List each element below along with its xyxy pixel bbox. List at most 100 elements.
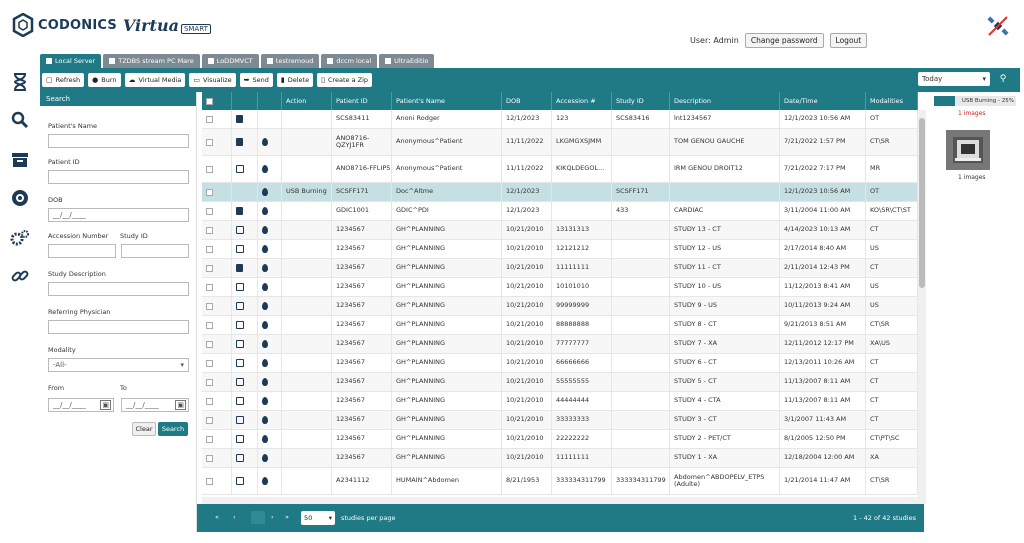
column-header[interactable]: Patient's Name [392,92,502,110]
edit-icon[interactable] [236,435,244,443]
row-icon-cell[interactable] [232,373,258,391]
droplet-icon[interactable] [262,378,268,386]
satellite-icon[interactable] [986,14,1010,38]
droplet-icon[interactable] [262,435,268,443]
row-icon-cell[interactable] [232,259,258,277]
row-checkbox-cell[interactable] [202,430,232,448]
column-header[interactable]: DOB [502,92,552,110]
link-icon[interactable] [10,266,30,286]
last-page-icon[interactable]: » [285,513,289,521]
row-icon-cell[interactable] [232,411,258,429]
patient-id-input[interactable] [48,170,189,184]
table-row[interactable]: A2341112 HUMAIN^Abdomen 8/21/1953 333334311… [202,468,918,495]
study-id-input[interactable] [121,244,189,258]
row-checkbox[interactable] [206,188,213,196]
column-header[interactable]: Description [670,92,780,110]
row-checkbox-cell[interactable] [202,156,232,182]
table-row[interactable]: 1234567 GH^PLANNING 10/21/2010 66666666 STUD… [202,354,918,373]
table-row[interactable]: 1234567 GH^PLANNING 10/21/2010 88888888 STUD… [202,316,918,335]
edit-icon[interactable] [236,477,244,485]
droplet-icon[interactable] [262,359,268,367]
table-row[interactable]: 1234567 GH^PLANNING 10/21/2010 11111111 STUD… [202,259,918,278]
row-icon-cell[interactable] [232,221,258,239]
refresh-button[interactable]: ▢ Refresh [42,73,85,87]
row-drop-cell[interactable] [258,335,282,353]
prev-page-icon[interactable]: ‹ [233,513,236,521]
row-drop-cell[interactable] [258,316,282,334]
row-checkbox[interactable] [206,340,213,348]
row-checkbox[interactable] [206,416,213,424]
row-checkbox-cell[interactable] [202,392,232,410]
row-checkbox[interactable] [206,302,213,310]
table-row[interactable]: 1234567 GH^PLANNING 10/21/2010 11111111 STUD… [202,449,918,468]
row-checkbox[interactable] [206,207,213,215]
droplet-icon[interactable] [262,397,268,405]
checked-doc-icon[interactable] [236,207,243,215]
table-row[interactable]: 1234567 GH^PLANNING 10/21/2010 33333333 STUD… [202,411,918,430]
patient-name-input[interactable] [48,134,189,148]
table-row[interactable]: 1234567 GH^PLANNING 10/21/2010 10101010 STUD… [202,278,918,297]
tab-loddmvct[interactable]: LoDDMVCT [201,54,259,68]
table-row[interactable]: 1234567 GH^PLANNING 10/21/2010 55555555 STUD… [202,373,918,392]
document-icon[interactable] [236,115,243,123]
table-row[interactable]: SCS83411 Anoni Rodger 12/1/2023 123 SCS83416… [202,110,918,129]
row-drop-cell[interactable] [258,411,282,429]
row-icon-cell[interactable] [232,110,258,128]
row-checkbox[interactable] [206,226,213,234]
visualize-button[interactable]: ▭ Visualize [189,73,236,87]
hourglass-icon[interactable] [10,72,30,92]
droplet-icon[interactable] [262,245,268,253]
create-zip-button[interactable]: ▯ Create a Zip [317,73,373,87]
row-checkbox[interactable] [206,359,213,367]
scrollbar-thumb[interactable] [919,118,925,288]
row-drop-cell[interactable] [258,278,282,296]
edit-icon[interactable] [236,321,244,329]
row-checkbox[interactable] [206,397,213,405]
row-checkbox-cell[interactable] [202,411,232,429]
row-icon-cell[interactable] [232,335,258,353]
dob-input[interactable]: __/__/____ [48,208,189,222]
row-checkbox[interactable] [206,138,213,146]
column-header[interactable]: Accession # [552,92,612,110]
table-row[interactable]: 1234567 GH^PLANNING 10/21/2010 12121212 STUD… [202,240,918,259]
edit-icon[interactable] [236,226,244,234]
archive-icon[interactable] [10,150,30,170]
row-checkbox[interactable] [206,477,213,485]
column-header[interactable]: Date/Time [780,92,866,110]
burn-button[interactable]: ● Burn [88,73,121,87]
calendar-icon[interactable]: ▣ [175,400,186,410]
calendar-icon[interactable]: ▣ [100,400,111,410]
vertical-scrollbar[interactable] [918,110,926,504]
row-checkbox-cell[interactable] [202,259,232,277]
table-row[interactable]: 1234567 GH^PLANNING 10/21/2010 44444444 STUD… [202,392,918,411]
row-drop-cell[interactable] [258,183,282,201]
droplet-icon[interactable] [262,454,268,462]
edit-icon[interactable] [236,165,244,173]
row-checkbox-cell[interactable] [202,468,232,494]
table-row[interactable]: 1234567 GH^PLANNING 10/21/2010 77777777 STUD… [202,335,918,354]
row-icon-cell[interactable] [232,392,258,410]
row-checkbox-cell[interactable] [202,354,232,372]
to-date-input[interactable]: __/__/____ ▣ [121,398,189,412]
row-icon-cell[interactable] [232,183,258,201]
table-row[interactable]: 1234567 GH^PLANNING 10/21/2010 99999999 STUD… [202,297,918,316]
horizontal-scrollbar[interactable] [202,497,918,504]
column-header[interactable]: Patient ID [332,92,392,110]
row-checkbox[interactable] [206,435,213,443]
row-drop-cell[interactable] [258,221,282,239]
row-icon-cell[interactable] [232,316,258,334]
page-size-select[interactable]: 50 ▾ [301,511,335,525]
row-icon-cell[interactable] [232,202,258,220]
row-checkbox-cell[interactable] [202,373,232,391]
row-drop-cell[interactable] [258,129,282,155]
settings-icon[interactable] [10,228,30,248]
row-checkbox-cell[interactable] [202,183,232,201]
row-drop-cell[interactable] [258,449,282,467]
edit-icon[interactable] [236,245,244,253]
table-row[interactable]: 1234567 GH^PLANNING 10/21/2010 22222222 STUD… [202,430,918,449]
column-header[interactable]: Study ID [612,92,670,110]
row-drop-cell[interactable] [258,354,282,372]
edit-icon[interactable] [236,378,244,386]
search-icon[interactable] [10,110,30,130]
column-header[interactable]: Action [282,92,332,110]
